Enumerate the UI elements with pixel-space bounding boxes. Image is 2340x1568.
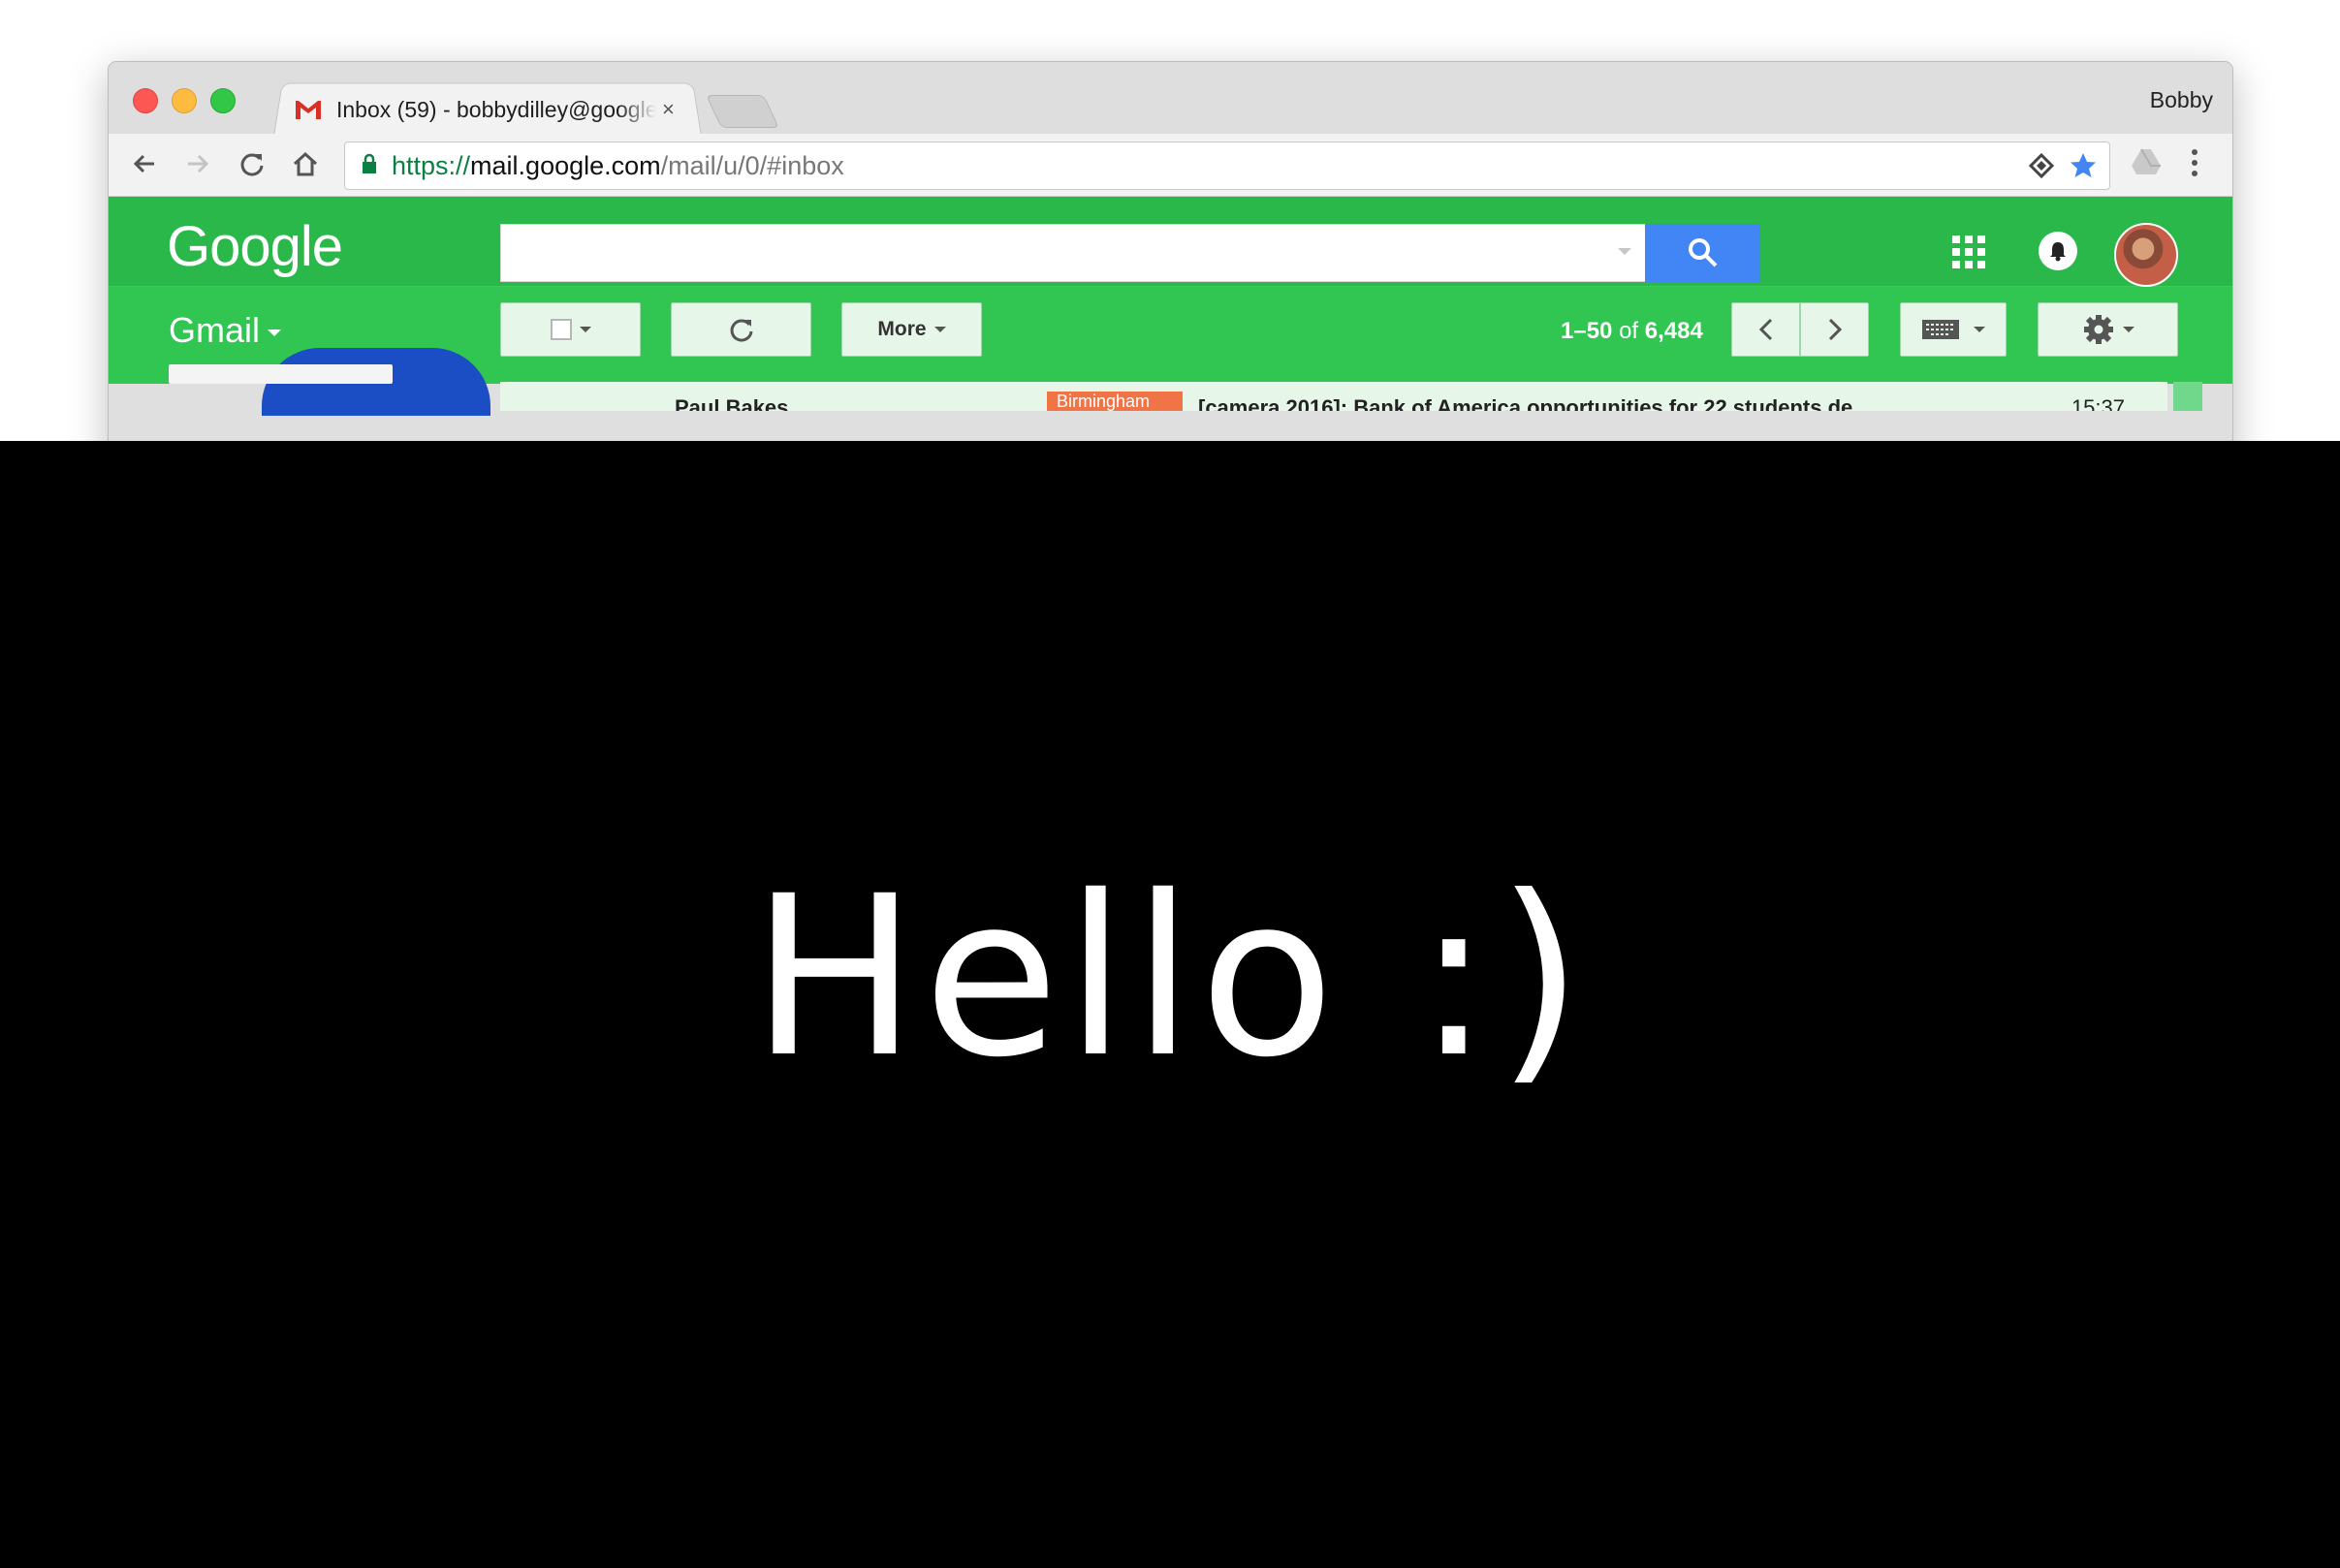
title-bar: Inbox (59) - bobbydilley@google.com × Bo… xyxy=(109,62,2232,137)
address-bar-actions xyxy=(2028,151,2098,185)
input-tools-button[interactable] xyxy=(1900,302,2007,357)
more-button-label: More xyxy=(877,318,927,340)
checkbox-icon xyxy=(550,319,572,340)
forward-arrow-icon[interactable] xyxy=(181,147,214,180)
email-time: 15:37 xyxy=(2071,395,2125,411)
gmail-label-text: Gmail xyxy=(169,310,261,350)
email-sender: Paul Bakes xyxy=(675,395,789,411)
input-tools-chevron-icon xyxy=(1974,327,1985,332)
browser-tab-content[interactable]: Inbox (59) - bobbydilley@google.com × xyxy=(278,85,695,134)
url-text: https://mail.google.com/mail/u/0/#inbox xyxy=(392,151,844,181)
drive-extension-icon[interactable] xyxy=(2131,147,2162,181)
gmail-favicon-icon xyxy=(294,98,323,121)
window-close-button[interactable] xyxy=(133,88,158,113)
search-options-chevron-icon[interactable] xyxy=(1618,248,1631,255)
overlay-text: Hello :) xyxy=(750,848,1590,1106)
lock-icon xyxy=(361,153,378,179)
older-page-button[interactable] xyxy=(1800,302,1869,357)
url-path: /mail/u/0/#inbox xyxy=(660,150,844,180)
pager-range: 1–50 xyxy=(1561,318,1613,344)
search-icon xyxy=(1688,238,1717,267)
window-maximize-button[interactable] xyxy=(210,88,236,113)
url-scheme: https:// xyxy=(392,150,471,180)
select-checkbox-button[interactable] xyxy=(500,302,641,357)
url-host: mail.google.com xyxy=(470,150,661,180)
gmail-menu-label[interactable]: Gmail xyxy=(169,310,282,351)
new-tab-button[interactable] xyxy=(706,95,779,128)
pager-total: 6,484 xyxy=(1644,318,1703,344)
pager-of: of xyxy=(1619,318,1639,344)
newer-page-button[interactable] xyxy=(1731,302,1800,357)
browser-toolbar: https://mail.google.com/mail/u/0/#inbox xyxy=(109,134,2232,197)
refresh-button[interactable] xyxy=(671,302,811,357)
google-logo[interactable]: Google xyxy=(167,214,343,279)
bookmark-star-icon[interactable] xyxy=(2069,151,2098,185)
apps-grid-icon[interactable] xyxy=(1952,235,1985,268)
search-button[interactable] xyxy=(1645,224,1760,282)
chevron-left-icon xyxy=(1758,318,1772,341)
refresh-icon xyxy=(730,319,752,342)
extension-diamond-icon[interactable] xyxy=(2028,152,2055,184)
reload-icon[interactable] xyxy=(236,147,269,180)
table-row[interactable]: Paul Bakes Birmingham [camera 2016]: Ban… xyxy=(500,382,2167,411)
gmail-header: Google xyxy=(109,197,2232,287)
chevron-right-icon xyxy=(1828,318,1842,341)
email-subject: [camera 2016]: Bank of America opportuni… xyxy=(1198,395,1853,411)
settings-chevron-icon xyxy=(2122,327,2134,332)
gear-icon xyxy=(2083,315,2113,344)
keyboard-icon xyxy=(1922,320,1959,339)
sidebar-card xyxy=(169,364,393,384)
black-overlay: Hello :) xyxy=(0,441,2340,1568)
address-bar[interactable]: https://mail.google.com/mail/u/0/#inbox xyxy=(344,141,2110,190)
avatar[interactable] xyxy=(2114,223,2178,287)
scrollbar[interactable] xyxy=(2173,382,2202,411)
browser-menu-icon[interactable] xyxy=(2189,147,2200,183)
email-label-tag[interactable]: Birmingham xyxy=(1047,392,1183,411)
gmail-menu-chevron-icon xyxy=(268,329,282,336)
tab-title: Inbox (59) - bobbydilley@google.com xyxy=(336,96,656,122)
tab-close-icon[interactable]: × xyxy=(662,97,675,122)
more-button[interactable]: More xyxy=(841,302,982,357)
home-icon[interactable] xyxy=(289,147,322,180)
gmail-action-bar: Gmail More 1–50 of 6,484 xyxy=(109,287,2232,416)
window-minimize-button[interactable] xyxy=(172,88,197,113)
more-chevron-icon xyxy=(933,327,946,332)
pagination-count: 1–50 of 6,484 xyxy=(1561,318,1703,345)
profile-name[interactable]: Bobby xyxy=(2150,87,2213,113)
settings-button[interactable] xyxy=(2038,302,2178,357)
notifications-bell-icon[interactable] xyxy=(2039,232,2077,270)
back-arrow-icon[interactable] xyxy=(128,147,161,180)
search-input[interactable] xyxy=(500,224,1646,282)
select-chevron-icon xyxy=(579,327,591,332)
